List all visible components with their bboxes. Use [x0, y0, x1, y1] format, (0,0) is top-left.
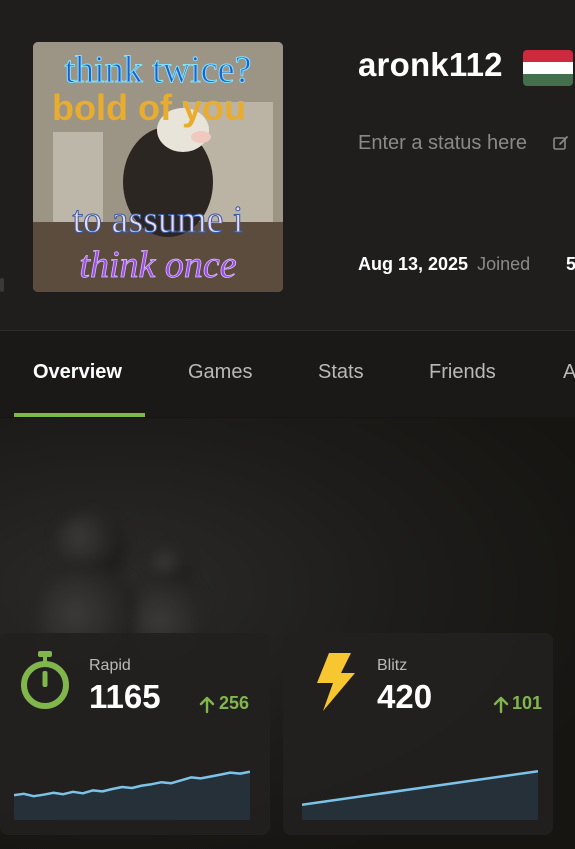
flag-stripe-green	[523, 74, 573, 86]
rating-trend-chart	[14, 770, 250, 820]
stopwatch-icon	[21, 651, 69, 709]
profile-stat-partial: 5	[566, 254, 575, 274]
avatar-text-line3: to assume i	[73, 199, 244, 241]
trend-area	[302, 771, 538, 820]
avatar-text-line4: think once	[79, 244, 236, 286]
joined-label: Joined	[477, 254, 531, 274]
joined-info: Aug 13, 2025 Joined	[358, 254, 530, 275]
edit-icon[interactable]	[552, 134, 570, 152]
tab-games[interactable]: Games	[188, 361, 252, 384]
rating-value: 1165	[89, 678, 161, 715]
avatar[interactable]: think twice? bold of you to assume i thi…	[33, 42, 283, 292]
rating-change: 256	[219, 693, 250, 713]
rating-trend-chart	[302, 769, 538, 820]
left-edge-marker	[0, 278, 4, 292]
flag-stripe-white	[523, 62, 573, 74]
lightning-icon	[317, 653, 355, 711]
hungary-flag-icon	[523, 50, 573, 86]
username: aronk112	[358, 46, 503, 83]
arrow-up-icon	[493, 696, 509, 714]
joined-date: Aug 13, 2025	[358, 254, 469, 274]
tab-more[interactable]: A	[563, 361, 575, 384]
profile-header: think twice? bold of you to assume i thi…	[0, 0, 575, 331]
tab-friends[interactable]: Friends	[429, 361, 496, 384]
trend-area	[14, 771, 250, 820]
profile-tabs: Overview Games Stats Friends A	[0, 331, 575, 417]
flag-stripe-red	[523, 50, 573, 62]
tab-active-indicator	[14, 413, 145, 417]
overview-panel: Rapid 1165 256 Blitz 420 101	[0, 418, 575, 849]
status-input[interactable]: Enter a status here	[358, 132, 527, 155]
avatar-text-line1: think twice?	[65, 49, 252, 91]
rating-mode-label: Blitz	[377, 657, 408, 674]
arrow-up-icon	[199, 696, 215, 714]
tab-stats[interactable]: Stats	[318, 361, 364, 384]
rating-card-rapid[interactable]: Rapid 1165 256	[0, 633, 270, 835]
avatar-text-line2: bold of you	[52, 87, 246, 128]
tab-overview[interactable]: Overview	[33, 361, 122, 384]
rating-mode-label: Rapid	[89, 657, 131, 674]
rating-change: 101	[512, 693, 543, 713]
avatar-image: think twice? bold of you to assume i thi…	[33, 42, 283, 292]
rating-card-blitz[interactable]: Blitz 420 101	[283, 633, 553, 835]
rating-value: 420	[377, 678, 433, 715]
